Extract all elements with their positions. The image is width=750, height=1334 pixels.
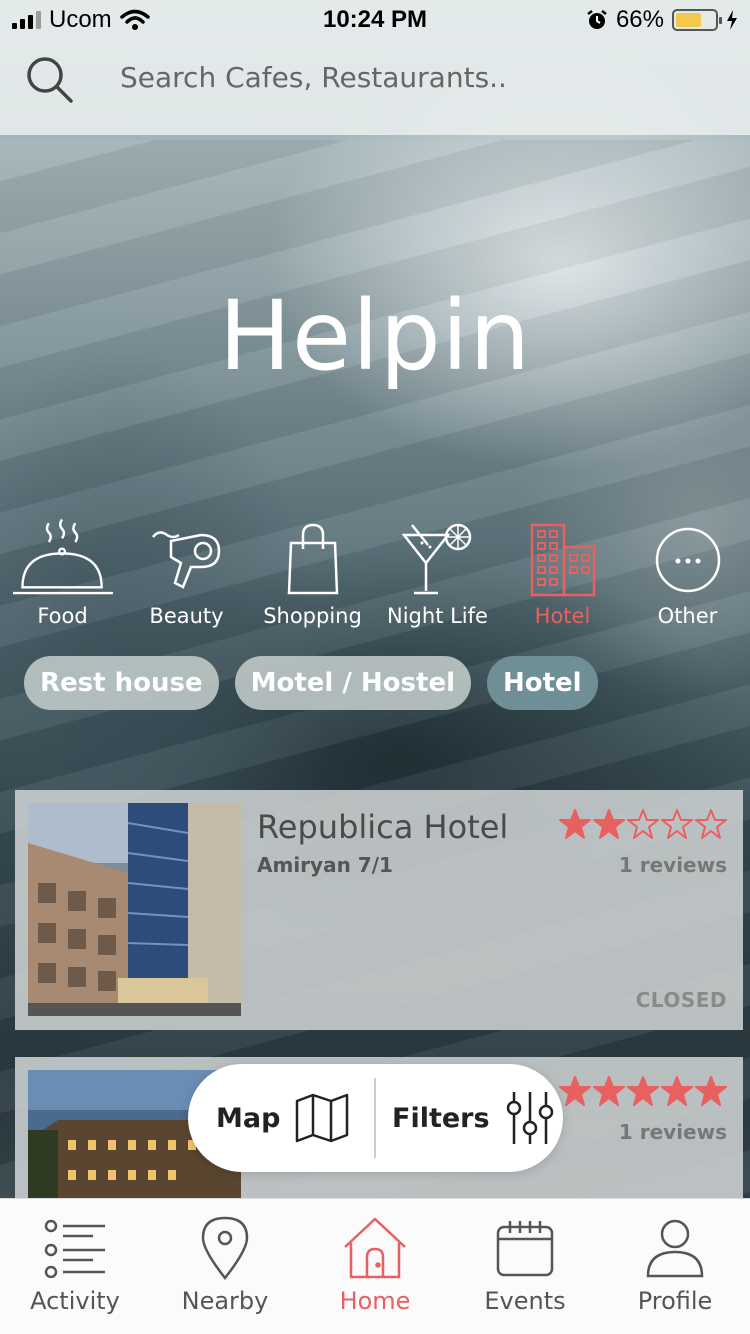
- chip-hotel[interactable]: Hotel: [487, 656, 598, 710]
- category-label: Shopping: [263, 604, 362, 628]
- search-input[interactable]: [120, 52, 720, 102]
- tab-activity[interactable]: Activity: [0, 1199, 150, 1334]
- search-bar: [0, 40, 750, 135]
- category-other[interactable]: Other: [625, 520, 750, 630]
- star-filled-icon: [593, 1076, 625, 1106]
- map-button[interactable]: Map: [216, 1064, 350, 1172]
- tab-events[interactable]: Events: [450, 1199, 600, 1334]
- star-empty-icon: [661, 809, 693, 839]
- map-icon: [296, 1093, 349, 1143]
- calendar-icon: [490, 1213, 560, 1283]
- cocktail-icon: [388, 520, 488, 600]
- tab-label: Home: [339, 1287, 411, 1315]
- charging-icon: [727, 10, 737, 30]
- subcategory-chips: Rest house Motel / Hostel Hotel: [24, 656, 598, 710]
- list-icon: [40, 1213, 110, 1283]
- tab-nearby[interactable]: Nearby: [150, 1199, 300, 1334]
- tab-profile[interactable]: Profile: [600, 1199, 750, 1334]
- star-empty-icon: [627, 809, 659, 839]
- category-label: Food: [37, 604, 88, 628]
- listing-photo: [28, 803, 241, 1016]
- search-icon[interactable]: [24, 54, 76, 106]
- star-filled-icon: [661, 1076, 693, 1106]
- rating-stars: [559, 1075, 727, 1107]
- alarm-icon: [587, 10, 607, 29]
- category-label: Hotel: [534, 604, 591, 628]
- map-filters-bar: Map Filters: [188, 1064, 563, 1172]
- more-icon: [638, 520, 738, 600]
- category-night-life[interactable]: Night Life: [375, 520, 500, 630]
- listing-title: Republica Hotel: [257, 808, 509, 846]
- tab-bar: Activity Nearby Home Events Profile: [0, 1198, 750, 1334]
- status-bar: Ucom 10:24 PM 66%: [0, 0, 750, 40]
- category-label: Beauty: [149, 604, 224, 628]
- filters-icon: [506, 1092, 553, 1144]
- filters-label: Filters: [392, 1102, 490, 1134]
- rating-stars: [559, 808, 727, 840]
- category-hotel[interactable]: Hotel: [500, 520, 625, 630]
- shopping-bag-icon: [263, 520, 363, 600]
- review-count: 1 reviews: [618, 1120, 727, 1144]
- category-beauty[interactable]: Beauty: [124, 520, 249, 630]
- star-filled-icon: [695, 1076, 727, 1106]
- star-filled-icon: [593, 809, 625, 839]
- category-label: Other: [657, 604, 718, 628]
- battery-icon: [672, 9, 722, 31]
- status-right: 66%: [586, 6, 738, 34]
- listing-card[interactable]: Republica Hotel Amiryan 7/1 1 reviews CL…: [15, 790, 743, 1030]
- star-filled-icon: [559, 1076, 591, 1106]
- tab-label: Profile: [637, 1287, 713, 1315]
- food-cloche-icon: [12, 518, 113, 600]
- category-label: Night Life: [387, 604, 488, 628]
- tab-home[interactable]: Home: [300, 1199, 450, 1334]
- user-icon: [640, 1213, 710, 1283]
- app-title: Helpin: [218, 280, 532, 392]
- category-food[interactable]: Food: [0, 518, 125, 630]
- hotel-building-icon: [513, 520, 613, 600]
- divider: [374, 1078, 376, 1158]
- chip-motel-hostel[interactable]: Motel / Hostel: [234, 656, 471, 710]
- star-empty-icon: [695, 809, 727, 839]
- star-filled-icon: [559, 809, 591, 839]
- tab-label: Activity: [30, 1287, 120, 1315]
- battery-percent: 66%: [615, 6, 664, 33]
- location-pin-icon: [190, 1213, 260, 1283]
- tab-label: Events: [484, 1287, 566, 1315]
- star-filled-icon: [627, 1076, 659, 1106]
- listing-address: Amiryan 7/1: [257, 853, 393, 877]
- home-icon: [340, 1213, 410, 1283]
- chip-rest-house[interactable]: Rest house: [24, 656, 219, 710]
- map-label: Map: [216, 1102, 281, 1134]
- review-count: 1 reviews: [618, 853, 727, 877]
- tab-label: Nearby: [181, 1287, 269, 1315]
- status-badge: CLOSED: [635, 988, 727, 1012]
- hair-dryer-icon: [137, 520, 237, 600]
- category-shopping[interactable]: Shopping: [250, 520, 375, 630]
- filters-button[interactable]: Filters: [392, 1064, 556, 1172]
- category-bar: Food Beauty Shopping Night Life Hotel Ot…: [0, 518, 750, 640]
